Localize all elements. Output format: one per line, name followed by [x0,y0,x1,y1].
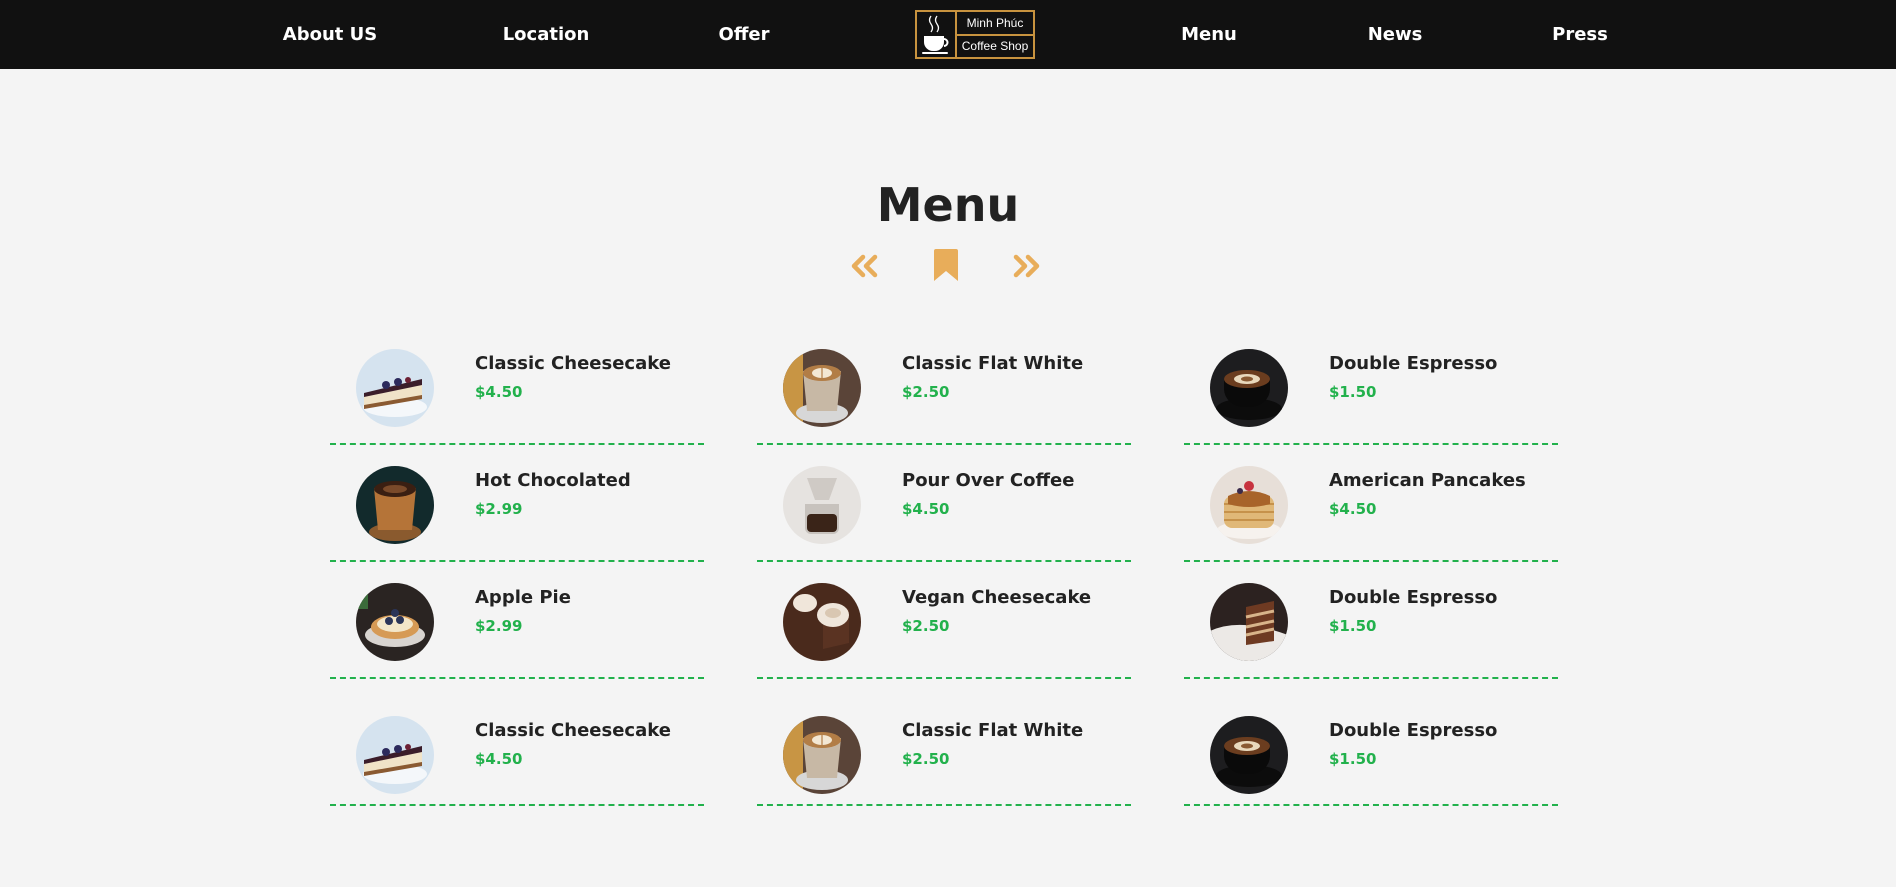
item-name: Classic Flat White [902,353,1084,374]
logo-name: Minh Phúc [966,15,1024,30]
espresso-cup-photo [1210,349,1288,427]
bookmark-icon [932,248,960,286]
menu-item[interactable]: Vegan Cheesecake $2.50 [757,573,1131,679]
item-name: Pour Over Coffee [902,470,1075,491]
double-chevron-left-icon[interactable] [849,254,879,282]
cake-slice-photo [1210,583,1288,661]
item-name: Hot Chocolated [475,470,631,491]
menu-item[interactable]: American Pancakes $4.50 [1184,456,1558,562]
nav-link-about-us[interactable]: About US [283,0,377,69]
item-price: $1.50 [1329,383,1377,401]
menu-item[interactable]: Classic Flat White $2.50 [757,339,1131,445]
cheesecake-photo [356,716,434,794]
item-price: $4.50 [475,383,523,401]
nav-link-location[interactable]: Location [503,0,590,69]
flat-white-photo [783,716,861,794]
item-price: $4.50 [475,750,523,768]
nav-link-menu[interactable]: Menu [1181,0,1237,69]
item-price: $4.50 [1329,500,1377,518]
menu-item[interactable]: Pour Over Coffee $4.50 [757,456,1131,562]
espresso-cup-photo [1210,716,1288,794]
menu-item[interactable]: Double Espresso $1.50 [1184,573,1558,679]
double-chevron-right-icon[interactable] [1012,254,1042,282]
menu-section-title: Menu [876,178,1020,232]
vegan-cheesecake-photo [783,583,861,661]
menu-item[interactable]: Classic Flat White $2.50 [757,700,1131,806]
nav-link-press[interactable]: Press [1552,0,1608,69]
item-name: Vegan Cheesecake [902,587,1092,608]
item-price: $1.50 [1329,750,1377,768]
menu-item[interactable]: Apple Pie $2.99 [330,573,704,679]
nav-link-offer[interactable]: Offer [719,0,770,69]
menu-item[interactable]: Hot Chocolated $2.99 [330,456,704,562]
item-price: $2.50 [902,750,950,768]
item-price: $2.50 [902,617,950,635]
item-price: $2.50 [902,383,950,401]
item-name: Apple Pie [475,587,571,608]
cheesecake-photo [356,349,434,427]
menu-item[interactable]: Classic Cheesecake $4.50 [330,339,704,445]
pie-photo [356,583,434,661]
hot-chocolate-photo [356,466,434,544]
logo-tagline: Coffee Shop [957,33,1033,58]
item-name: Double Espresso [1329,353,1498,374]
item-name: Classic Cheesecake [475,720,671,741]
menu-carousel-controls [0,246,1896,286]
menu-item[interactable]: Classic Cheesecake $4.50 [330,700,704,806]
top-navbar: About US Location Offer Minh Phúc Coffee… [0,0,1896,69]
coffee-cup-icon [917,12,957,57]
menu-item[interactable]: Double Espresso $1.50 [1184,339,1558,445]
item-price: $2.99 [475,617,523,635]
menu-item[interactable]: Double Espresso $1.50 [1184,700,1558,806]
item-name: Classic Flat White [902,720,1084,741]
flat-white-photo [783,349,861,427]
item-name: Classic Cheesecake [475,353,671,374]
item-price: $4.50 [902,500,950,518]
item-price: $2.99 [475,500,523,518]
item-name: American Pancakes [1329,470,1526,491]
pour-over-photo [783,466,861,544]
pancakes-photo [1210,466,1288,544]
item-name: Double Espresso [1329,720,1498,741]
item-name: Double Espresso [1329,587,1498,608]
item-price: $1.50 [1329,617,1377,635]
brand-logo[interactable]: Minh Phúc Coffee Shop [915,10,1035,59]
nav-link-news[interactable]: News [1368,0,1423,69]
